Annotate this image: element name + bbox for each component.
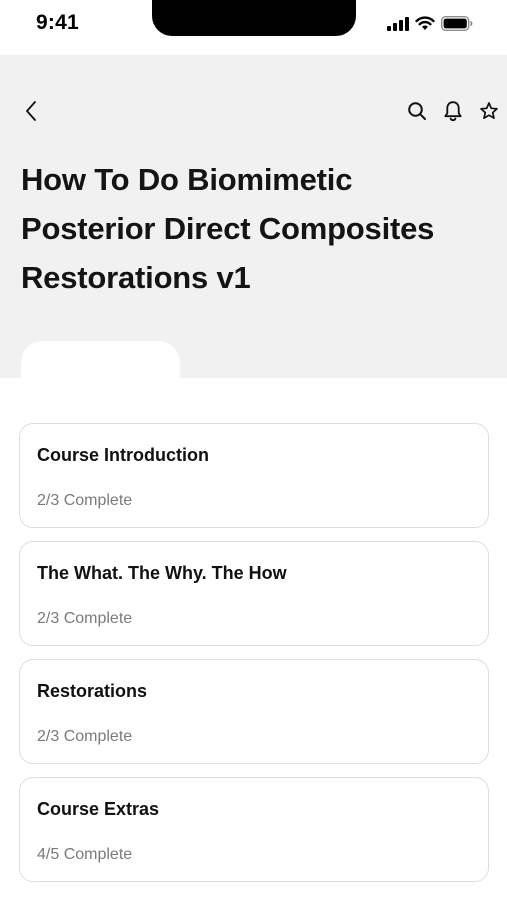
status-icons: [387, 16, 473, 31]
module-title: Course Extras: [37, 799, 160, 819]
module-progress: 2/3 Complete: [37, 610, 133, 627]
wifi-icon: [415, 16, 435, 30]
header-actions: [405, 98, 501, 124]
module-progress: 2/3 Complete: [37, 492, 133, 509]
star-icon: [480, 102, 498, 120]
course-header: How To Do Biomimetic Posterior Direct Co…: [0, 55, 507, 391]
status-time: 9:41: [36, 11, 79, 34]
chevron-left-icon: [26, 101, 36, 121]
notifications-button[interactable]: [441, 98, 465, 124]
module-progress: 4/5 Complete: [37, 846, 133, 863]
module-card[interactable]: Course Extras 4/5 Complete: [19, 777, 489, 882]
module-title: Restorations: [37, 681, 148, 701]
bell-icon: [444, 101, 462, 122]
module-progress: 2/3 Complete: [37, 728, 133, 745]
favorite-button[interactable]: [477, 98, 501, 124]
module-card[interactable]: The What. The Why. The How 2/3 Complete: [19, 541, 489, 646]
search-button[interactable]: [405, 98, 429, 124]
page-title: How To Do Biomimetic Posterior Direct Co…: [21, 162, 435, 295]
active-tab[interactable]: [21, 341, 180, 391]
screen: 9:41 How To Do Biomimetic Posterior Dire…: [0, 0, 507, 900]
search-icon: [408, 102, 426, 120]
module-card[interactable]: Restorations 2/3 Complete: [19, 659, 489, 764]
module-title: Course Introduction: [37, 445, 209, 465]
module-card[interactable]: Course Introduction 2/3 Complete: [19, 423, 489, 528]
status-bar: 9:41: [0, 0, 507, 55]
notch: [152, 0, 356, 36]
signal-icon: [387, 16, 409, 31]
module-title: The What. The Why. The How: [37, 563, 287, 583]
module-list: Course Introduction 2/3 Complete The Wha…: [19, 423, 489, 895]
back-button[interactable]: [18, 98, 44, 124]
battery-icon: [441, 16, 473, 31]
